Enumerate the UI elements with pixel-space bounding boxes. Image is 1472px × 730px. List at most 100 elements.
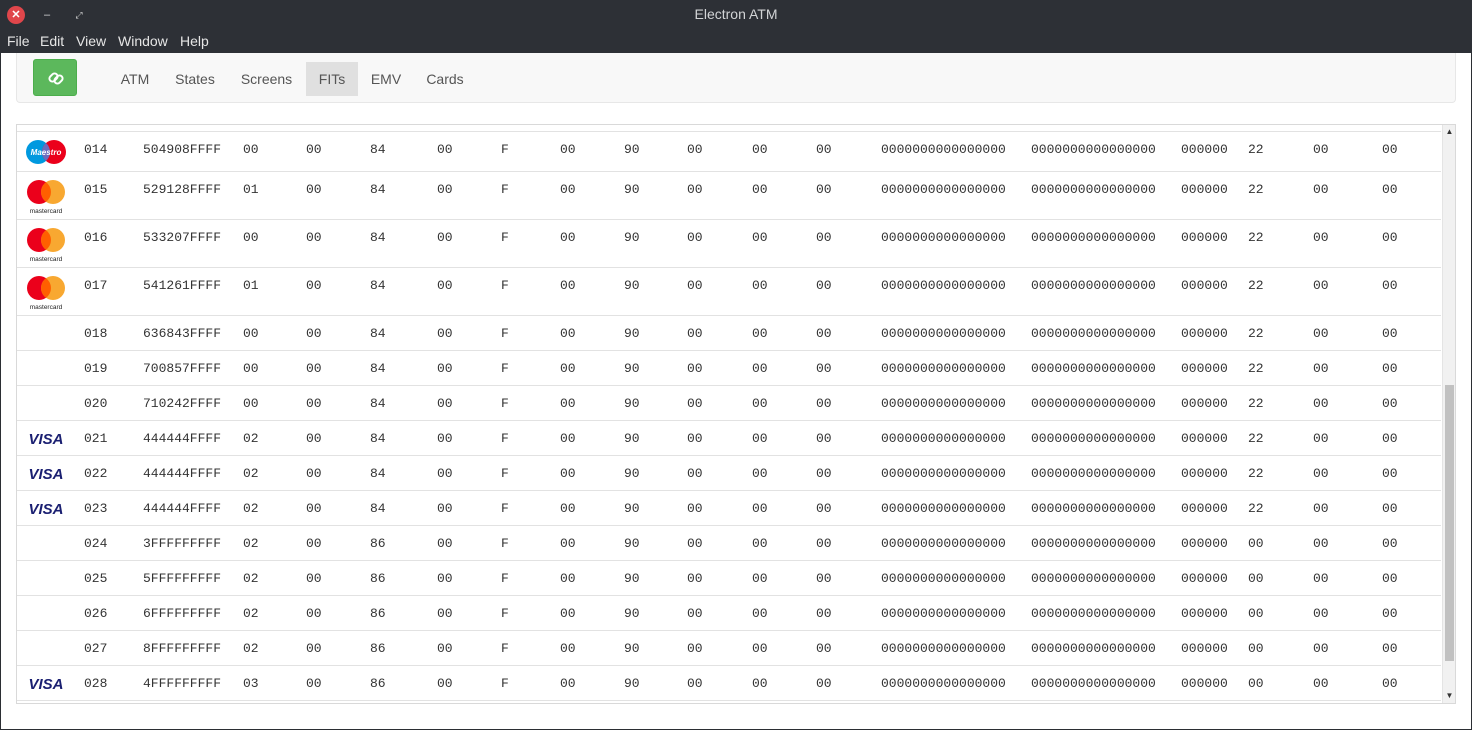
table-cell: 00	[816, 396, 832, 411]
table-cell: 0000000000000000	[881, 466, 1006, 481]
table-cell: 00	[306, 466, 322, 481]
svg-text:VISA: VISA	[28, 676, 63, 691]
scroll-down-arrow-icon[interactable]: ▼	[1443, 690, 1455, 702]
table-cell: 86	[370, 571, 386, 586]
tab-emv[interactable]: EMV	[358, 62, 414, 96]
visa-logo-icon: VISA	[28, 466, 63, 483]
table-cell: 541261FFFF	[143, 278, 222, 293]
table-cell: 00	[687, 361, 703, 376]
table-cell: 90	[624, 278, 640, 293]
scrollbar-thumb[interactable]	[1445, 385, 1454, 661]
table-cell: 90	[624, 641, 640, 656]
scroll-up-arrow-icon[interactable]: ▲	[1443, 126, 1455, 138]
table-cell: 22	[1248, 396, 1264, 411]
table-row[interactable]: VISA 022 444444FFFF 02 00 84 00 F 00 90 00 00 00 0000…	[17, 456, 1441, 491]
table-cell: 84	[370, 466, 386, 481]
table-cell: 02	[243, 641, 259, 656]
table-row[interactable]: 027 8FFFFFFFFF 02 00 86 00 F 00 90 00 00 00 00000000…	[17, 631, 1441, 666]
table-cell: 00	[816, 431, 832, 446]
table-cell: 444444FFFF	[143, 501, 222, 516]
table-cell: 00	[816, 326, 832, 341]
table-row[interactable]: 024 3FFFFFFFFF 02 00 86 00 F 00 90 00 00 00 00000000…	[17, 526, 1441, 561]
menu-edit[interactable]: Edit	[40, 33, 64, 49]
table-cell: 00	[687, 536, 703, 551]
tab-fits[interactable]: FITs	[306, 62, 358, 96]
table-cell: 00	[816, 230, 832, 245]
table-cell: 00	[1313, 501, 1329, 516]
table-cell: 018	[84, 326, 108, 341]
table-cell: 84	[370, 182, 386, 197]
mastercard-logo-icon: mastercard	[27, 276, 65, 311]
table-row[interactable]: 020 710242FFFF 00 00 84 00 F 00 90 00 00 00 00000000…	[17, 386, 1441, 421]
table-cell: 00	[437, 571, 453, 586]
table-cell: 00	[1382, 606, 1398, 621]
table-cell: 84	[370, 230, 386, 245]
table-row[interactable]: mastercard 016 533207FFFF 00 00 84 00 F 00 90 00 00…	[17, 220, 1441, 268]
table-cell: 00	[752, 571, 768, 586]
table-row[interactable]: Maestro 014 504908FFFF 00 00 84 00 F 00 90 00 00 00 0…	[17, 131, 1441, 172]
table-row[interactable]: 019 700857FFFF 00 00 84 00 F 00 90 00 00 00 00000000…	[17, 351, 1441, 386]
menu-window[interactable]: Window	[118, 33, 168, 49]
table-cell: 00	[1382, 501, 1398, 516]
table-cell: 00	[560, 396, 576, 411]
table-cell: 000000	[1181, 230, 1228, 245]
table-cell: 0000000000000000	[1031, 536, 1156, 551]
table-cell: 00	[306, 501, 322, 516]
table-cell: 00	[437, 361, 453, 376]
table-row[interactable]: VISA 021 444444FFFF 02 00 84 00 F 00 90 00 00 00 0000…	[17, 421, 1441, 456]
menu-bar: File Edit View Window Help	[0, 30, 1472, 53]
table-cell: 0000000000000000	[881, 676, 1006, 691]
vertical-scrollbar[interactable]: ▲ ▼	[1442, 125, 1455, 703]
table-row[interactable]: mastercard 015 529128FFFF 01 00 84 00 F 00 90 00 00…	[17, 172, 1441, 220]
table-cell: 00	[816, 676, 832, 691]
table-cell: 00	[687, 326, 703, 341]
table-cell: 000000	[1181, 466, 1228, 481]
table-cell: 0000000000000000	[881, 230, 1006, 245]
tab-cards[interactable]: Cards	[414, 62, 476, 96]
table-cell: 00	[1382, 396, 1398, 411]
table-cell: 0000000000000000	[1031, 466, 1156, 481]
table-row[interactable]: VISA 023 444444FFFF 02 00 84 00 F 00 90 00 00 00 0000…	[17, 491, 1441, 526]
table-cell: 00	[560, 142, 576, 157]
table-cell: F	[501, 182, 509, 197]
table-row[interactable]: 018 636843FFFF 00 00 84 00 F 00 90 00 00 00 00000000…	[17, 316, 1441, 351]
table-cell: 00	[752, 182, 768, 197]
table-cell: 00	[306, 676, 322, 691]
table-cell: 00	[560, 676, 576, 691]
table-cell: 017	[84, 278, 108, 293]
table-cell: 03	[243, 676, 259, 691]
table-cell: 02	[243, 466, 259, 481]
table-row[interactable]: 026 6FFFFFFFFF 02 00 86 00 F 00 90 00 00 00 00000000…	[17, 596, 1441, 631]
table-row[interactable]: mastercard 017 541261FFFF 01 00 84 00 F 00 90 00 00…	[17, 268, 1441, 316]
table-cell: 00	[560, 571, 576, 586]
fits-table[interactable]: Maestro 014 504908FFFF 00 00 84 00 F 00 90 00 00 00 0…	[16, 124, 1456, 704]
table-cell: 00	[437, 641, 453, 656]
table-cell: 00	[752, 676, 768, 691]
table-cell: 00	[687, 431, 703, 446]
table-cell: 00	[687, 230, 703, 245]
menu-help[interactable]: Help	[180, 33, 209, 49]
table-cell: 00	[816, 466, 832, 481]
table-cell: 84	[370, 361, 386, 376]
tab-atm[interactable]: ATM	[107, 62, 163, 96]
table-cell: 00	[437, 536, 453, 551]
connect-button[interactable]	[33, 59, 77, 96]
table-cell: 025	[84, 571, 108, 586]
table-cell: 00	[437, 142, 453, 157]
table-row[interactable]: VISA 028 4FFFFFFFFF 03 00 86 00 F 00 90 00 00 00 0000…	[17, 666, 1441, 701]
menu-view[interactable]: View	[76, 33, 106, 49]
table-cell: 00	[687, 278, 703, 293]
table-cell: 6FFFFFFFFF	[143, 606, 222, 621]
menu-file[interactable]: File	[7, 33, 30, 49]
table-cell: 021	[84, 431, 108, 446]
table-cell: 00	[816, 536, 832, 551]
tab-screens[interactable]: Screens	[227, 62, 306, 96]
table-cell: 00	[306, 278, 322, 293]
table-cell: 00	[816, 182, 832, 197]
table-cell: 22	[1248, 182, 1264, 197]
table-cell: 444444FFFF	[143, 466, 222, 481]
table-row[interactable]: 025 5FFFFFFFFF 02 00 86 00 F 00 90 00 00 00 00000000…	[17, 561, 1441, 596]
table-cell: 00	[1313, 606, 1329, 621]
table-cell: 00	[560, 501, 576, 516]
tab-states[interactable]: States	[163, 62, 227, 96]
